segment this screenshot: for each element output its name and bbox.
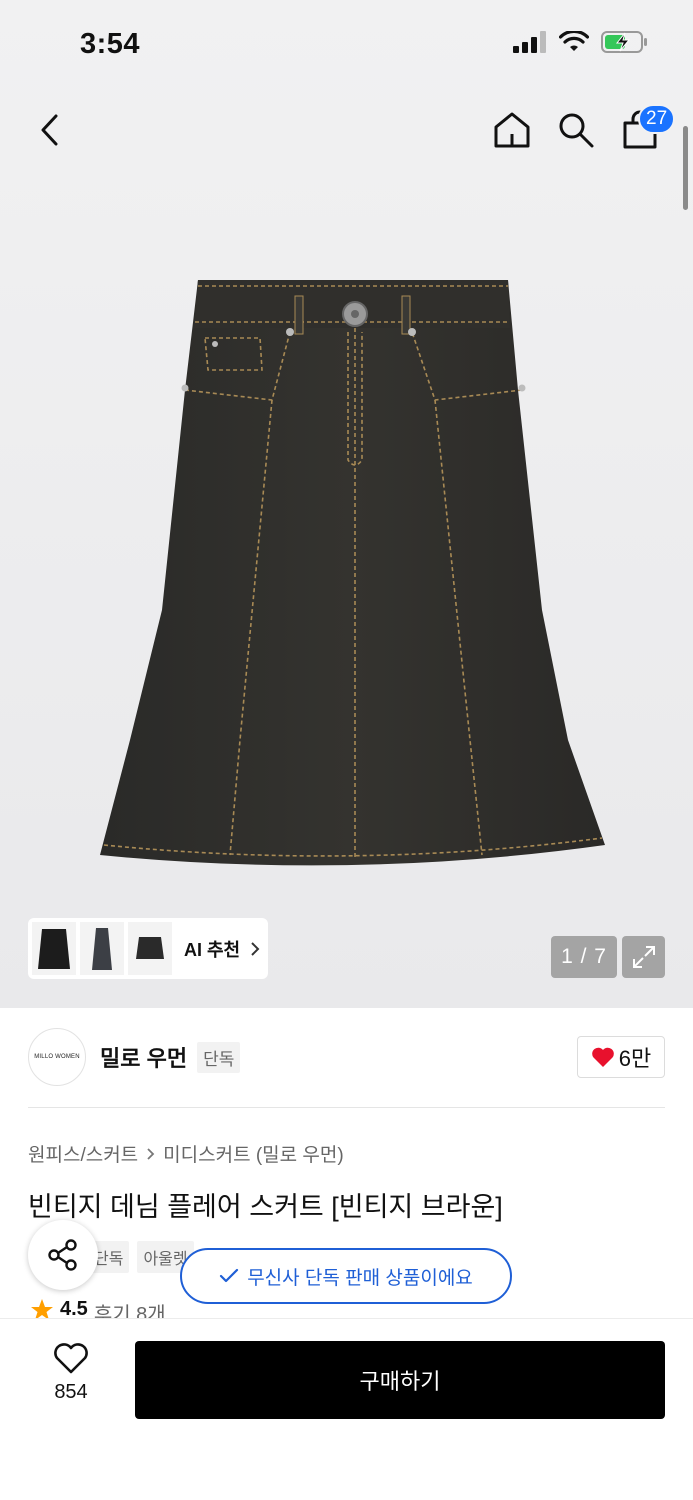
recommend-thumbnail[interactable] — [80, 922, 124, 975]
product-image-area: 3:54 27 AI 추천 1 / 7 — [0, 0, 693, 1008]
brand-logo[interactable]: MILLO WOMEN — [28, 1028, 86, 1086]
share-icon — [48, 1239, 77, 1271]
rating-score: 4.5 — [60, 1298, 88, 1320]
product-photo[interactable] — [90, 270, 620, 890]
brand-row[interactable]: MILLO WOMEN 밀로 우먼 단독 6만 — [28, 1028, 665, 1086]
exclusive-notice-text: 무신사 단독 판매 상품이에요 — [247, 1267, 473, 1289]
battery-charging-icon — [601, 31, 647, 53]
review-count[interactable]: 후기 8개 — [94, 1298, 166, 1320]
search-icon — [559, 113, 594, 148]
breadcrumb: 원피스/스커트 미디스커트 (밀로 우먼) — [28, 1140, 344, 1167]
cart-count-badge: 27 — [638, 104, 676, 134]
brand-like-button[interactable]: 6만 — [577, 1036, 665, 1078]
rating-row[interactable]: 4.5 후기 8개 — [30, 1298, 166, 1320]
top-nav-bar — [0, 100, 693, 160]
chevron-left-icon — [41, 114, 58, 146]
exclusive-notice: 무신사 단독 판매 상품이에요 — [180, 1248, 512, 1304]
status-time: 3:54 — [80, 28, 141, 60]
brand-name[interactable]: 밀로 우먼 — [100, 1041, 187, 1073]
back-button[interactable] — [28, 108, 72, 152]
heart-filled-icon — [591, 1047, 614, 1067]
share-button[interactable] — [28, 1220, 98, 1290]
ai-recommend-link[interactable]: AI 추천 — [184, 936, 260, 962]
chevron-right-icon — [147, 1147, 155, 1160]
breadcrumb-subcategory[interactable]: 미디스커트 (밀로 우먼) — [163, 1140, 344, 1167]
recommend-thumbnail[interactable] — [128, 922, 172, 975]
product-title: 빈티지 데님 플레어 스커트 [빈티지 브라운] — [28, 1192, 503, 1222]
status-bar: 3:54 — [0, 0, 693, 92]
brand-like-count: 6만 — [618, 1046, 652, 1071]
wishlist-count: 854 — [54, 1381, 88, 1403]
home-icon — [494, 112, 530, 148]
ai-recommend-strip[interactable]: AI 추천 — [28, 918, 268, 979]
search-button[interactable] — [554, 108, 598, 152]
ai-recommend-label: AI 추천 — [184, 939, 241, 960]
status-icons — [513, 30, 649, 54]
chevron-right-icon — [251, 941, 260, 956]
recommend-thumbnail[interactable] — [32, 922, 76, 975]
image-page-indicator: 1 / 7 — [551, 936, 617, 978]
wifi-icon — [559, 31, 589, 51]
star-icon — [31, 1299, 53, 1320]
signal-icon — [513, 31, 546, 53]
expand-image-button[interactable] — [622, 936, 665, 978]
heart-outline-icon — [54, 1343, 88, 1374]
brand-exclusive-tag: 단독 — [197, 1041, 241, 1073]
wishlist-button[interactable]: 854 — [40, 1343, 102, 1413]
check-icon — [220, 1268, 239, 1283]
bottom-action-bar: 854 구매하기 — [0, 1318, 693, 1500]
expand-icon — [632, 946, 655, 968]
scrollbar[interactable] — [683, 126, 688, 210]
breadcrumb-category[interactable]: 원피스/스커트 — [28, 1140, 138, 1167]
product-tags: 단독 아울렛 — [88, 1241, 194, 1273]
home-button[interactable] — [490, 108, 534, 152]
buy-button[interactable]: 구매하기 — [135, 1341, 665, 1419]
divider — [28, 1107, 665, 1108]
